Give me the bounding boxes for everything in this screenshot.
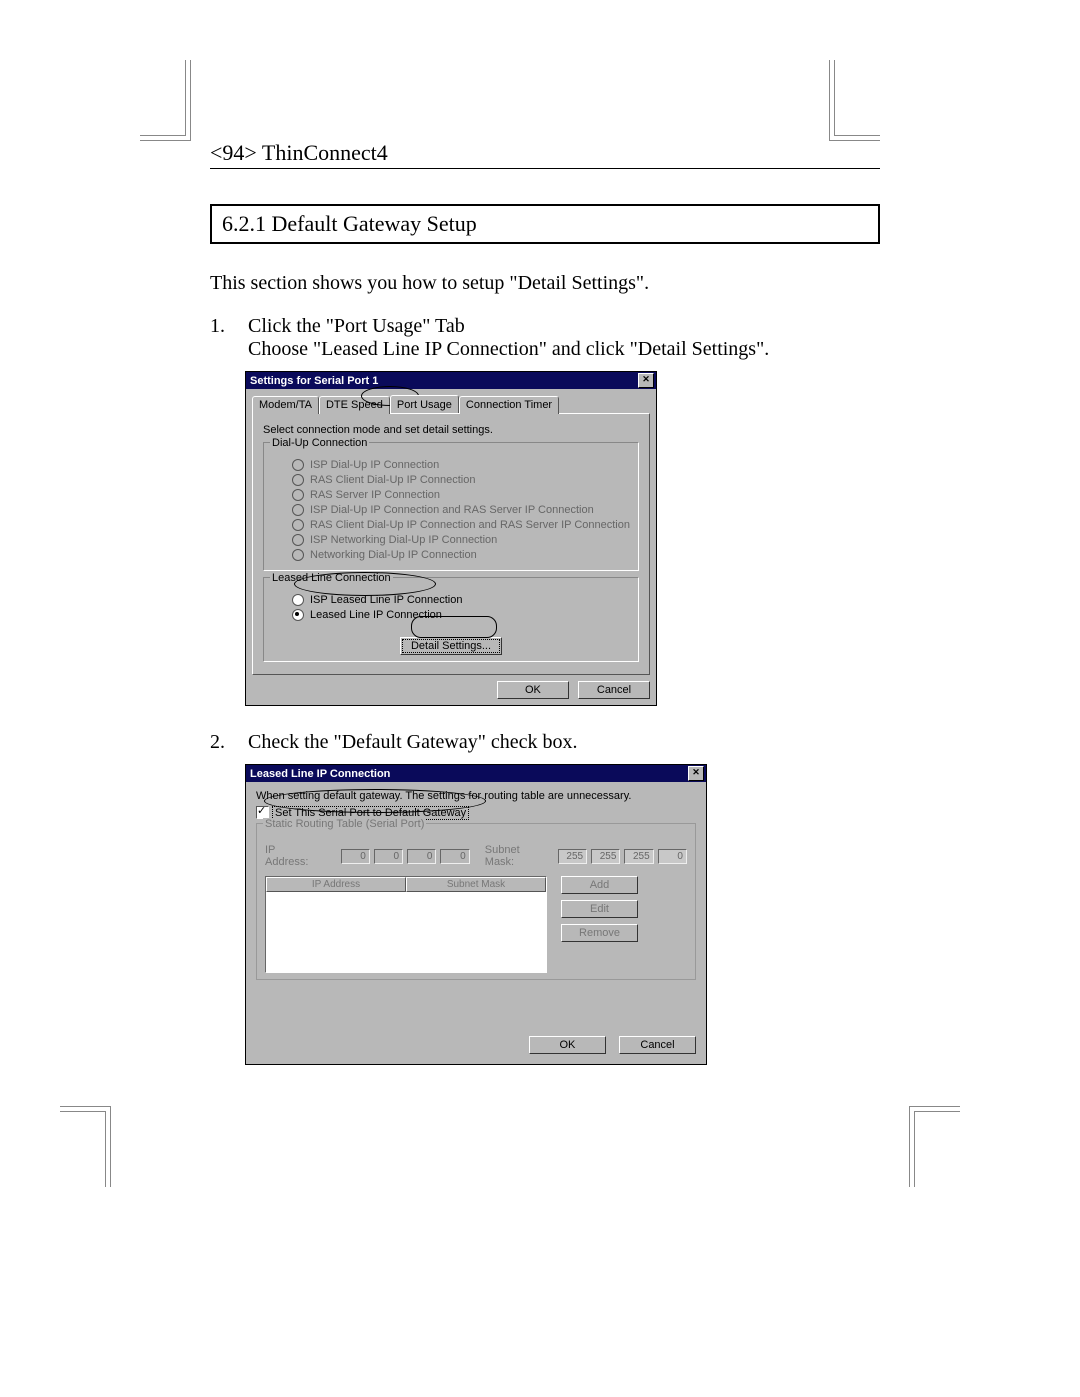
cancel-button[interactable]: Cancel [619, 1036, 696, 1054]
routing-group-title: Static Routing Table (Serial Port) [263, 818, 426, 830]
checkbox-label: Set This Serial Port to Default Gateway [273, 807, 468, 819]
mask-octet-2[interactable]: 255 [591, 849, 620, 864]
mask-octet-1[interactable]: 255 [558, 849, 587, 864]
mask-octet-4[interactable]: 0 [658, 849, 687, 864]
intro-text: This section shows you how to setup "Det… [210, 272, 880, 295]
group-leased-title: Leased Line Connection [270, 572, 393, 584]
ok-button[interactable]: OK [497, 681, 569, 699]
ok-button[interactable]: OK [529, 1036, 606, 1054]
step-2-number: 2. [210, 731, 248, 754]
dialog2-title: Leased Line IP Connection [250, 768, 390, 780]
step-2-line1: Check the "Default Gateway" check box. [248, 731, 880, 754]
radio-icon[interactable] [292, 489, 304, 501]
radio-leased-line: Leased Line IP Connection [310, 609, 442, 621]
group-dialup-title: Dial-Up Connection [270, 437, 369, 449]
step-1-line1: Click the "Port Usage" Tab [248, 315, 880, 338]
edit-button[interactable]: Edit [561, 900, 638, 918]
radio-icon[interactable] [292, 519, 304, 531]
close-icon[interactable]: ✕ [688, 766, 704, 781]
subnet-mask-label: Subnet Mask: [485, 844, 545, 868]
ip-octet-4[interactable]: 0 [440, 849, 469, 864]
close-icon[interactable]: ✕ [638, 373, 654, 388]
radio-isp-leased: ISP Leased Line IP Connection [310, 594, 463, 606]
radio-icon[interactable] [292, 504, 304, 516]
radio-ras-client-server: RAS Client Dial-Up IP Connection and RAS… [310, 519, 630, 531]
col-subnet-mask: Subnet Mask [406, 877, 546, 892]
dialog1-instruction: Select connection mode and set detail se… [263, 424, 639, 436]
radio-icon[interactable] [292, 594, 304, 606]
cancel-button[interactable]: Cancel [578, 681, 650, 699]
leased-line-dialog: Leased Line IP Connection ✕ When setting… [245, 764, 707, 1065]
radio-isp-ras: ISP Dial-Up IP Connection and RAS Server… [310, 504, 594, 516]
ip-octet-2[interactable]: 0 [374, 849, 403, 864]
radio-icon[interactable] [292, 549, 304, 561]
radio-ras-client: RAS Client Dial-Up IP Connection [310, 474, 475, 486]
tab-dte-speed[interactable]: DTE Speed [319, 396, 390, 414]
dialog1-title: Settings for Serial Port 1 [250, 375, 378, 387]
section-title: 6.2.1 Default Gateway Setup [210, 204, 880, 244]
tab-port-usage[interactable]: Port Usage [390, 395, 459, 413]
step-1-number: 1. [210, 315, 248, 361]
remove-button[interactable]: Remove [561, 924, 638, 942]
radio-ras-server: RAS Server IP Connection [310, 489, 440, 501]
radio-icon[interactable] [292, 459, 304, 471]
radio-isp-dialup: ISP Dial-Up IP Connection [310, 459, 439, 471]
radio-isp-networking: ISP Networking Dial-Up IP Connection [310, 534, 497, 546]
dialog2-note: When setting default gateway. The settin… [256, 790, 696, 802]
tab-connection-timer[interactable]: Connection Timer [459, 396, 559, 414]
ip-octet-1[interactable]: 0 [341, 849, 370, 864]
add-button[interactable]: Add [561, 876, 638, 894]
step-1-line2: Choose "Leased Line IP Connection" and c… [248, 338, 880, 361]
mask-octet-3[interactable]: 255 [624, 849, 653, 864]
tab-modem-ta[interactable]: Modem/TA [252, 396, 319, 414]
radio-networking: Networking Dial-Up IP Connection [310, 549, 477, 561]
ip-address-label: IP Address: [265, 844, 315, 868]
detail-settings-button[interactable]: Detail Settings... [400, 637, 502, 655]
radio-icon[interactable] [292, 609, 304, 621]
radio-icon[interactable] [292, 474, 304, 486]
ip-octet-3[interactable]: 0 [407, 849, 436, 864]
radio-icon[interactable] [292, 534, 304, 546]
settings-dialog: Settings for Serial Port 1 ✕ Modem/TA DT… [245, 371, 657, 706]
routing-table: IP Address Subnet Mask [265, 876, 547, 973]
col-ip-address: IP Address [266, 877, 406, 892]
page-header: <94> ThinConnect4 [210, 140, 880, 169]
